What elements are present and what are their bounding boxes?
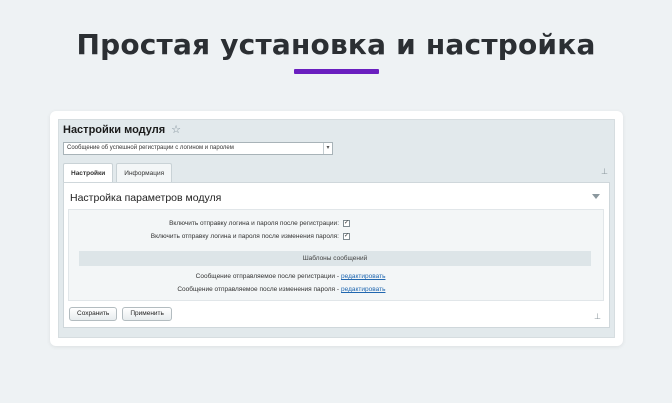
panel-title: Настройки модуля ☆ bbox=[63, 123, 181, 137]
template-label: Сообщение отправляемое после изменения п… bbox=[177, 286, 339, 293]
tab-info[interactable]: Информация bbox=[116, 163, 173, 182]
tab-content: Настройка параметров модуля Включить отп… bbox=[63, 182, 610, 328]
option-label: Включить отправку логина и пароля после … bbox=[150, 233, 339, 240]
template-row: Сообщение отправляемое после изменения п… bbox=[69, 285, 605, 295]
hero-underline bbox=[294, 69, 379, 74]
tab-bar: Настройки Информация bbox=[63, 163, 173, 182]
tab-settings[interactable]: Настройки bbox=[63, 163, 114, 182]
apply-button[interactable]: Применить bbox=[122, 307, 172, 321]
collapse-icon[interactable] bbox=[592, 194, 600, 199]
edit-password-change-link[interactable]: редактировать bbox=[341, 285, 385, 295]
password-change-checkbox[interactable]: ✓ bbox=[343, 232, 350, 240]
settings-form: Включить отправку логина и пароля после … bbox=[68, 209, 604, 301]
template-select[interactable]: Сообщение об успешной регистрации с логи… bbox=[63, 142, 333, 155]
option-label: Включить отправку логина и пароля после … bbox=[169, 220, 339, 227]
registration-checkbox[interactable]: ✓ bbox=[343, 219, 350, 227]
template-label: Сообщение отправляемое после регистрации… bbox=[195, 273, 339, 280]
pin-icon[interactable]: ⊥ bbox=[601, 167, 608, 176]
form-buttons: Сохранить Применить bbox=[69, 307, 172, 321]
option-row: Включить отправку логина и пароля после … bbox=[69, 232, 605, 242]
panel-title-text: Настройки модуля bbox=[63, 123, 166, 136]
template-select-value: Сообщение об успешной регистрации с логи… bbox=[67, 145, 234, 151]
templates-header: Шаблоны сообщений bbox=[79, 251, 591, 266]
save-button[interactable]: Сохранить bbox=[69, 307, 118, 321]
hero-title: Простая установка и настройка bbox=[76, 28, 596, 61]
chevron-down-icon[interactable]: ▾ bbox=[323, 143, 332, 154]
template-row: Сообщение отправляемое после регистрации… bbox=[69, 272, 605, 282]
edit-registration-link[interactable]: редактировать bbox=[341, 272, 385, 282]
module-settings-panel: Настройки модуля ☆ Сообщение об успешной… bbox=[58, 119, 615, 338]
pin-icon[interactable]: ⊥ bbox=[594, 312, 601, 321]
section-title: Настройка параметров модуля bbox=[70, 192, 222, 204]
screenshot-card: Настройки модуля ☆ Сообщение об успешной… bbox=[50, 111, 623, 346]
option-row: Включить отправку логина и пароля после … bbox=[69, 219, 605, 229]
star-icon[interactable]: ☆ bbox=[171, 123, 181, 136]
